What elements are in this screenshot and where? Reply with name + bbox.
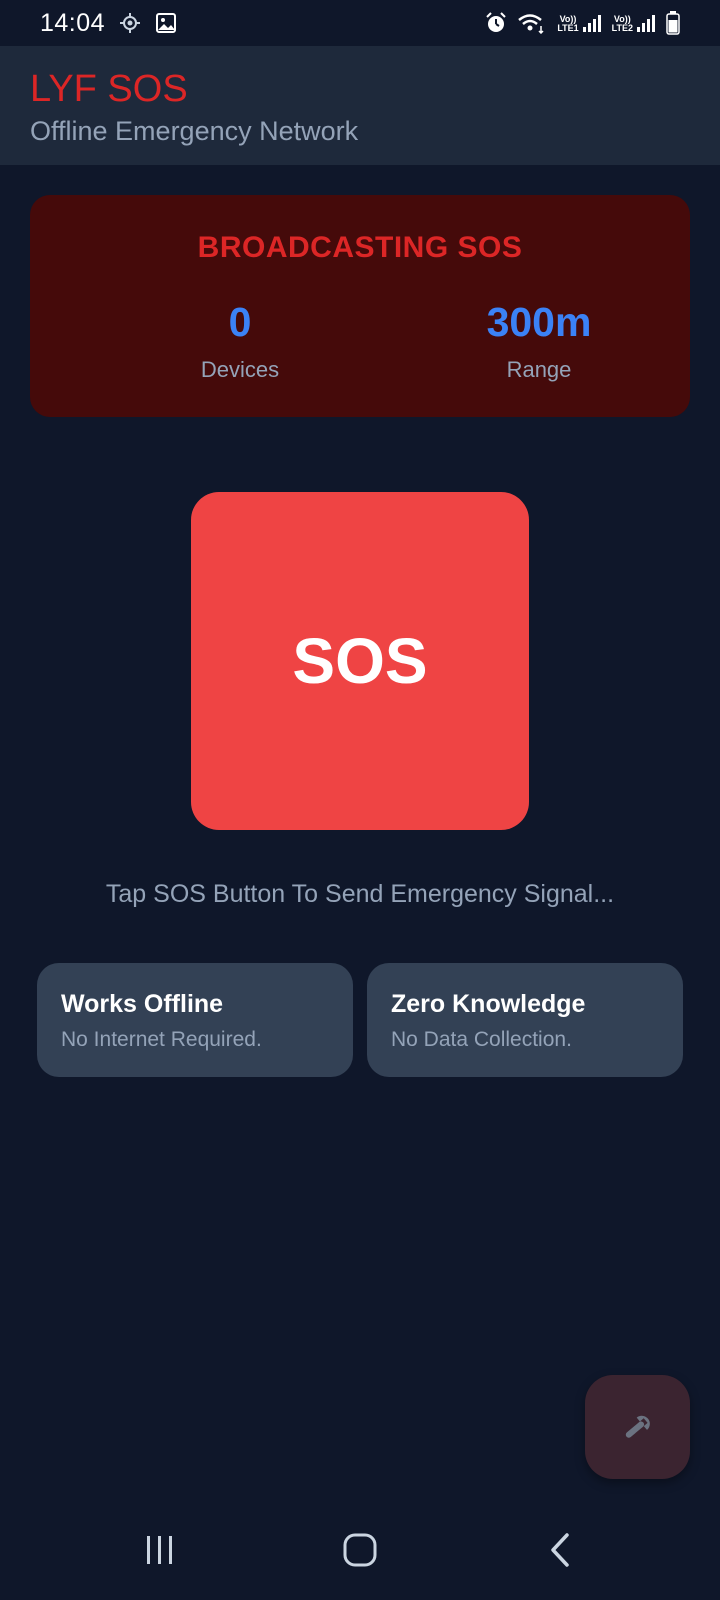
range-value: 300m bbox=[486, 299, 592, 345]
sos-button[interactable]: SOS bbox=[191, 492, 529, 830]
broadcast-status-title: BROADCASTING SOS bbox=[197, 231, 523, 264]
range-label: Range bbox=[506, 357, 572, 382]
home-button[interactable] bbox=[320, 1520, 400, 1580]
recents-button[interactable] bbox=[120, 1520, 200, 1580]
sos-hint-text: Tap SOS Button To Send Emergency Signal.… bbox=[105, 880, 615, 908]
sim1-indicator: Vo)) LTE1 bbox=[557, 13, 601, 33]
system-nav-bar bbox=[0, 1500, 720, 1600]
feature-description: No Data Collection. bbox=[391, 1028, 572, 1051]
sim1-lte-label: LTE1 bbox=[557, 23, 579, 33]
recents-icon bbox=[147, 1536, 172, 1564]
range-stat: 300m Range bbox=[439, 299, 639, 383]
app-subtitle: Offline Emergency Network bbox=[30, 116, 359, 146]
devices-label: Devices bbox=[200, 357, 280, 382]
status-left: 14:04 bbox=[40, 9, 177, 38]
gallery-icon bbox=[155, 12, 177, 34]
app-title: LYF SOS bbox=[30, 68, 188, 110]
battery-icon bbox=[666, 11, 680, 35]
status-time: 14:04 bbox=[40, 8, 106, 37]
home-icon bbox=[343, 1533, 377, 1567]
devices-stat: 0 Devices bbox=[140, 299, 340, 383]
back-icon bbox=[551, 1533, 569, 1567]
sim2-indicator: Vo)) LTE2 bbox=[612, 13, 656, 33]
signal-icon bbox=[637, 15, 655, 32]
feature-description: No Internet Required. bbox=[61, 1028, 262, 1051]
sim2-lte-label: LTE2 bbox=[611, 23, 633, 33]
devices-count: 0 bbox=[228, 299, 252, 345]
location-icon bbox=[119, 12, 141, 34]
feature-card-zero-knowledge: Zero Knowledge No Data Collection. bbox=[367, 963, 683, 1077]
app-header: LYF SOS Offline Emergency Network bbox=[0, 46, 720, 165]
alarm-icon bbox=[485, 12, 507, 34]
signal-icon bbox=[582, 15, 601, 32]
feature-title: Zero Knowledge bbox=[391, 990, 586, 1018]
settings-fab[interactable] bbox=[585, 1375, 690, 1479]
status-right: Vo)) LTE1 Vo)) LTE2 bbox=[485, 11, 680, 35]
wrench-icon bbox=[625, 1415, 650, 1438]
status-bar: 14:04 Vo)) LTE1 Vo)) LTE2 bbox=[0, 0, 720, 46]
back-button[interactable] bbox=[520, 1520, 600, 1580]
wifi-icon bbox=[517, 12, 547, 34]
feature-title: Works Offline bbox=[61, 990, 224, 1018]
broadcast-status-card: BROADCASTING SOS 0 Devices 300m Range bbox=[30, 195, 690, 417]
feature-card-offline: Works Offline No Internet Required. bbox=[37, 963, 353, 1077]
